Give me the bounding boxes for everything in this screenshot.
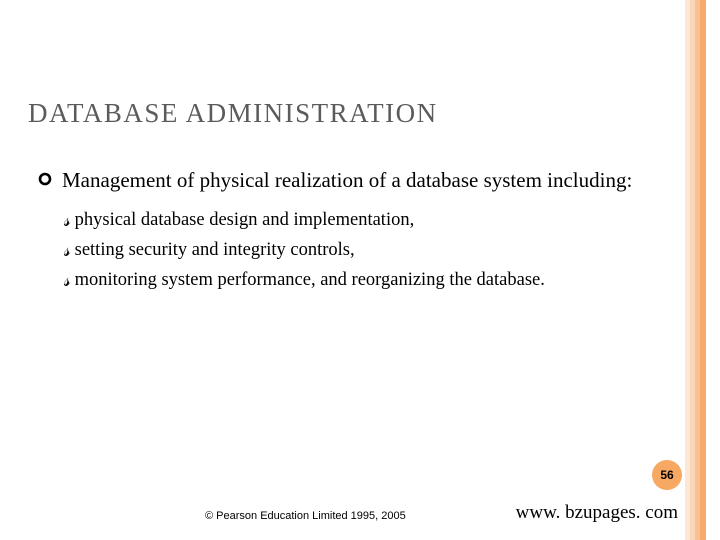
sub-bullet-text: monitoring system performance, and reorg… [75, 268, 545, 294]
slide: DATABASE ADMINISTRATION Management of ph… [0, 0, 720, 540]
swirl-bullet-icon: 𝓈 [64, 208, 71, 233]
sub-bullet-item: 𝓈 setting security and integrity control… [64, 238, 660, 264]
sub-bullet-text: physical database design and implementat… [75, 208, 415, 234]
main-bullet-item: Management of physical realization of a … [38, 166, 660, 194]
sub-bullet-list: 𝓈 physical database design and implement… [64, 208, 660, 294]
footer-url: www. bzupages. com [516, 502, 678, 524]
page-number-badge: 56 [652, 460, 682, 490]
page-number: 56 [660, 468, 673, 482]
content-area: Management of physical realization of a … [38, 166, 660, 298]
copyright-text: © Pearson Education Limited 1995, 2005 [205, 510, 406, 522]
ring-bullet-icon [38, 172, 52, 186]
decorative-stripes [685, 0, 706, 540]
sub-bullet-item: 𝓈 physical database design and implement… [64, 208, 660, 234]
swirl-bullet-icon: 𝓈 [64, 238, 71, 263]
sub-bullet-item: 𝓈 monitoring system performance, and reo… [64, 268, 660, 294]
stripe [700, 0, 706, 540]
swirl-bullet-icon: 𝓈 [64, 268, 71, 293]
sub-bullet-text: setting security and integrity controls, [75, 238, 355, 264]
slide-title: DATABASE ADMINISTRATION [28, 98, 438, 129]
main-bullet-text: Management of physical realization of a … [62, 166, 632, 194]
